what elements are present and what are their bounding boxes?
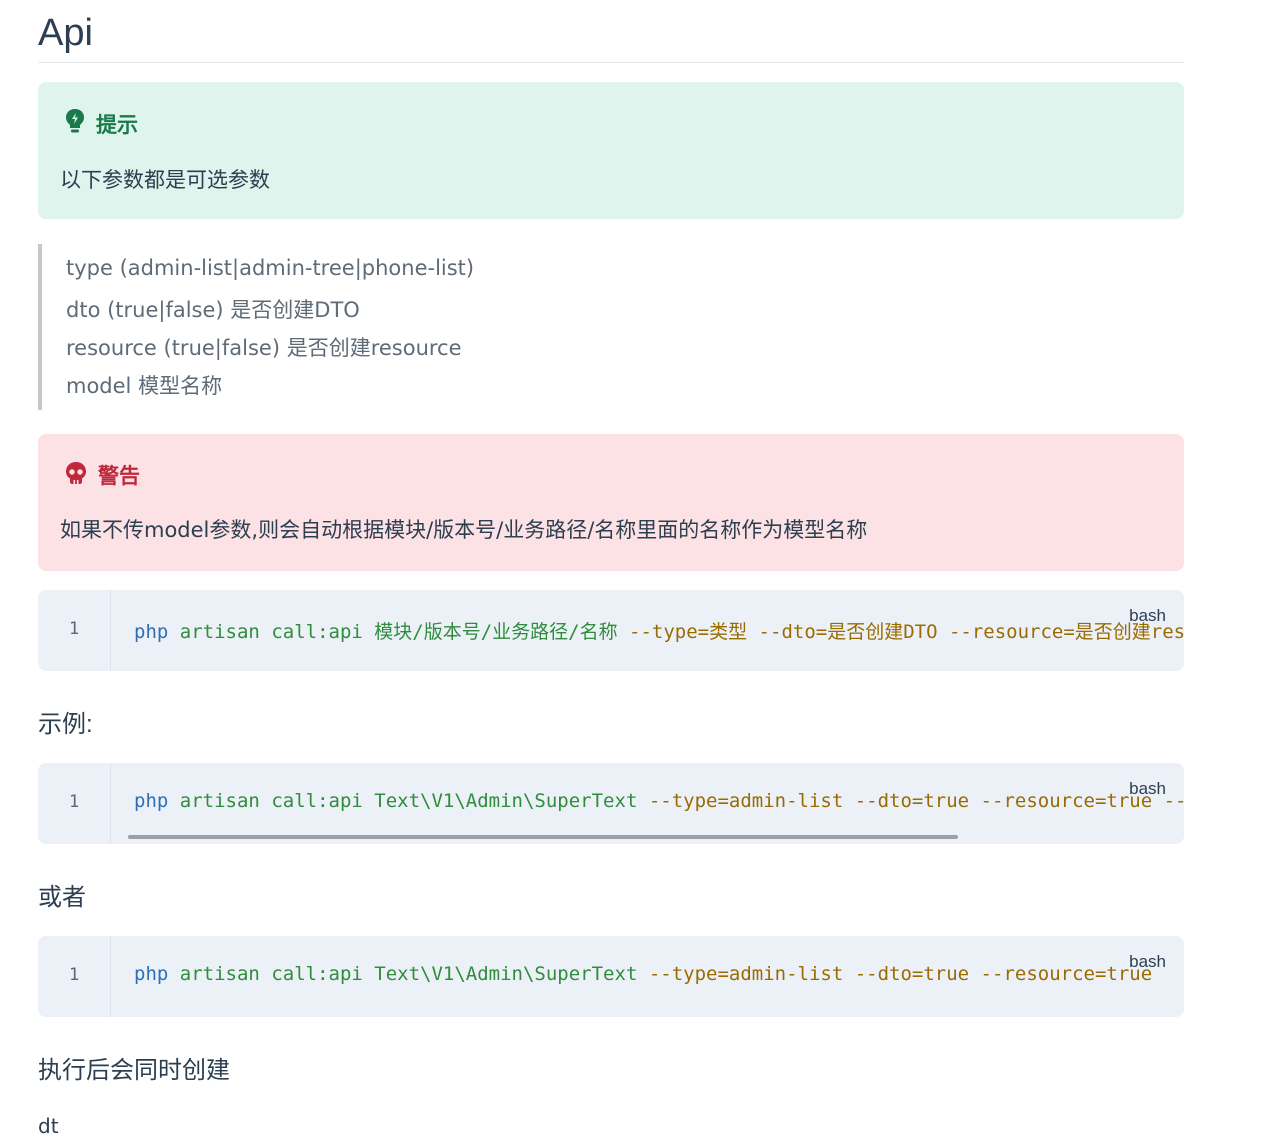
page-title: Api	[38, 12, 93, 54]
code-token-command: php	[134, 790, 169, 812]
code-token-argument: 模块/版本号/业务路径/名称	[374, 621, 618, 643]
tip-text: 以下参数都是可选参数	[60, 168, 270, 192]
code-line: php artisan call:api 模块/版本号/业务路径/名称 --ty…	[134, 617, 1184, 644]
code-block[interactable]: 1 bash php artisan call:api Text\V1\Admi…	[38, 936, 1184, 1017]
params-blockquote: type (admin-list|admin-tree|phone-list) …	[38, 244, 1184, 410]
code-block[interactable]: 1 bash php artisan call:api Text\V1\Admi…	[38, 763, 1184, 844]
line-gutter: 1	[38, 936, 111, 1017]
quote-line: resource (true|false) 是否创建resource	[66, 336, 462, 360]
or-label: 或者	[38, 884, 86, 911]
code-token-word: call:api	[271, 963, 363, 985]
code-token-options: --type=admin-list --dto=true --resource=…	[637, 963, 1153, 985]
line-number: 1	[69, 619, 80, 639]
code-block[interactable]: 1 bash php artisan call:api 模块/版本号/业务路径/…	[38, 590, 1184, 671]
tip-heading: 提示	[64, 108, 138, 139]
code-token-word: call:api	[271, 621, 363, 643]
warning-heading: 警告	[64, 460, 140, 490]
line-gutter: 1	[38, 590, 111, 671]
code-token-word: artisan	[179, 963, 260, 985]
quote-line: model 模型名称	[66, 374, 223, 398]
quote-line: dto (true|false) 是否创建DTO	[66, 298, 360, 322]
line-number: 1	[69, 792, 80, 812]
warning-callout: 警告 如果不传model参数,则会自动根据模块/版本号/业务路径/名称里面的名称…	[38, 434, 1184, 571]
title-divider	[38, 62, 1184, 63]
code-token-command: php	[134, 621, 169, 643]
after-label: 执行后会同时创建	[38, 1057, 230, 1084]
tip-callout: 提示 以下参数都是可选参数	[38, 82, 1184, 219]
lightbulb-icon	[64, 108, 86, 139]
code-token-argument: Text\V1\Admin\SuperText	[374, 790, 638, 812]
code-token-word: artisan	[179, 621, 260, 643]
code-token-options: --type=类型 --dto=是否创建DTO --resource=是否创建r…	[617, 621, 1184, 643]
truncated-list-text: dt	[38, 1114, 59, 1138]
warning-heading-label: 警告	[98, 464, 140, 488]
horizontal-scrollbar[interactable]	[128, 835, 958, 839]
code-token-argument: Text\V1\Admin\SuperText	[374, 963, 638, 985]
warning-text: 如果不传model参数,则会自动根据模块/版本号/业务路径/名称里面的名称作为模…	[60, 518, 868, 542]
code-line: php artisan call:api Text\V1\Admin\Super…	[134, 790, 1184, 812]
line-number: 1	[69, 965, 80, 985]
code-token-word: call:api	[271, 790, 363, 812]
line-gutter: 1	[38, 763, 111, 844]
code-token-options: --type=admin-list --dto=true --resource=…	[648, 790, 1184, 812]
code-token-word: artisan	[179, 790, 260, 812]
tip-heading-label: 提示	[96, 112, 138, 137]
code-token-command: php	[134, 963, 169, 985]
quote-line: type (admin-list|admin-tree|phone-list)	[66, 256, 475, 280]
skull-icon	[64, 461, 88, 490]
code-line: php artisan call:api Text\V1\Admin\Super…	[134, 963, 1152, 985]
example-label: 示例:	[38, 711, 93, 738]
